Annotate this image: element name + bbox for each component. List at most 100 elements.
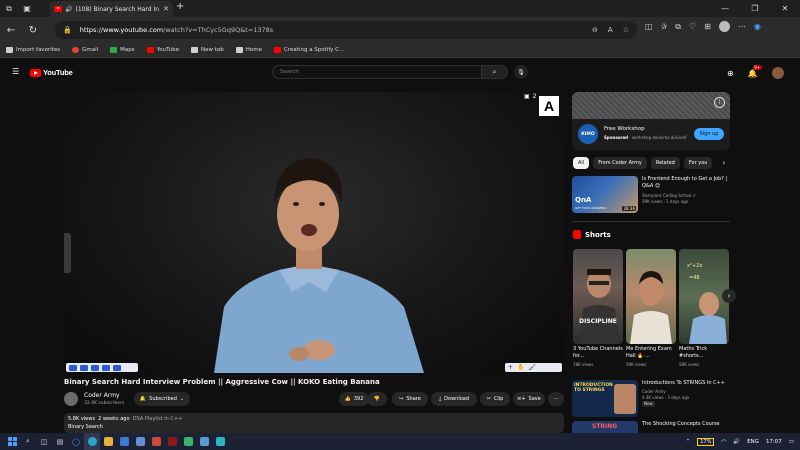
- create-icon[interactable]: ⊕: [727, 69, 734, 78]
- read-aloud-icon[interactable]: A: [608, 26, 613, 34]
- search-box: ⌕: [272, 65, 508, 79]
- tray-expand-icon[interactable]: ⌃: [686, 439, 691, 445]
- language-indicator[interactable]: ENG: [747, 439, 759, 445]
- signup-button[interactable]: Sign up: [694, 128, 724, 140]
- sponsored-ad-card[interactable]: i KIMO Free Workshop Sponsored · worksho…: [572, 92, 730, 150]
- filter-chips: All From Coder Army Related For you ›: [573, 157, 725, 169]
- drag-handle[interactable]: [64, 233, 71, 273]
- info-icon[interactable]: i: [714, 97, 725, 108]
- menu-icon[interactable]: ☰: [12, 67, 19, 76]
- mic-icon[interactable]: 🎙: [514, 65, 528, 79]
- short-item[interactable]: DISCIPLINE: [573, 249, 623, 344]
- color-tool-icon: [113, 364, 121, 371]
- favorite-star-icon[interactable]: ☆: [623, 26, 629, 34]
- search-icon[interactable]: ⌕: [20, 433, 36, 450]
- restore-icon[interactable]: ❐: [740, 0, 770, 17]
- windows-taskbar: ⌕ ◫ ▤ ◯ ⌃ 17% ◠ 🔊 ENG 17:07 ▭: [0, 433, 800, 450]
- tab-actions-icon[interactable]: ▣: [18, 0, 36, 17]
- widgets-icon[interactable]: ▤: [52, 433, 68, 450]
- minimize-icon[interactable]: —: [710, 0, 740, 17]
- dislike-button[interactable]: 👎: [367, 392, 387, 406]
- workspaces-icon[interactable]: ⧉: [0, 0, 18, 17]
- more-actions-button[interactable]: ⋯: [548, 392, 564, 406]
- mail-icon[interactable]: [148, 433, 164, 450]
- chip-related[interactable]: Related: [650, 157, 680, 169]
- browser-tab-active[interactable]: 🔊 (108) Binary Search Hard In ✕: [50, 1, 173, 17]
- profile-avatar[interactable]: [718, 21, 730, 32]
- app-icon[interactable]: [180, 433, 196, 450]
- speaker-icon[interactable]: 🔊: [65, 6, 72, 13]
- channel-avatar[interactable]: [64, 392, 78, 406]
- download-button[interactable]: ⤓ Download: [431, 392, 477, 406]
- bookmark-gmail[interactable]: Gmail: [72, 47, 98, 53]
- account-avatar[interactable]: [771, 67, 784, 79]
- collections-icon[interactable]: ⊞: [704, 22, 711, 31]
- back-icon[interactable]: ←: [0, 25, 22, 36]
- browser-tabbar: ⧉ ▣ 🔊 (108) Binary Search Hard In ✕ + — …: [0, 0, 800, 17]
- bookmark-spotify[interactable]: Creating a Spotify C...: [274, 47, 344, 53]
- store-icon[interactable]: [116, 433, 132, 450]
- notifications-icon[interactable]: 🔔 9+: [748, 64, 762, 78]
- bookmark-youtube[interactable]: YouTube: [146, 47, 179, 53]
- clip-button[interactable]: ✂ Clip: [480, 392, 510, 406]
- task-view-icon[interactable]: ◫: [36, 433, 52, 450]
- url-field[interactable]: 🔒 https://www.youtube.com/watch?v=ThCyc5…: [55, 21, 637, 39]
- volume-icon[interactable]: 🔊: [733, 439, 740, 445]
- shorts-next-arrow[interactable]: ›: [722, 289, 736, 303]
- app-icon[interactable]: [196, 433, 212, 450]
- copilot-icon[interactable]: ◉: [754, 22, 761, 31]
- subscribed-button[interactable]: 🔔 Subscribed ⌄: [134, 392, 190, 406]
- thumbs-down-icon: 👎: [373, 396, 381, 402]
- cortana-icon[interactable]: ◯: [68, 433, 84, 450]
- extensions-icon[interactable]: ⧉: [675, 22, 681, 32]
- player-info-card[interactable]: ▣ 2: [524, 93, 537, 100]
- photos-icon[interactable]: [132, 433, 148, 450]
- share-button[interactable]: ↪ Share: [392, 392, 428, 406]
- bookmark-home[interactable]: Home: [235, 47, 262, 53]
- close-tab-icon[interactable]: ✕: [163, 5, 169, 13]
- windows-icon: [7, 437, 17, 446]
- close-window-icon[interactable]: ✕: [770, 0, 800, 17]
- search-input[interactable]: [273, 69, 481, 75]
- description-box[interactable]: 5.8K views 2 weeks ago DSA Playlist in C…: [64, 413, 564, 433]
- bookmarks-bar: Import favorites Gmail Maps YouTube New …: [0, 43, 800, 58]
- header-actions: ⊕ 🔔 9+: [727, 64, 784, 79]
- wifi-icon[interactable]: ◠: [721, 439, 726, 445]
- save-button[interactable]: ≡+ Save: [513, 392, 545, 406]
- video-title: Is Frontend Enough to Get a Job? | Q&A 😊: [642, 176, 728, 189]
- channel-name[interactable]: Coder Army: [84, 392, 120, 399]
- adobe-icon[interactable]: [164, 433, 180, 450]
- youtube-logo[interactable]: YouTube: [30, 68, 73, 77]
- video-player[interactable]: [64, 92, 564, 373]
- favorites-icon[interactable]: ✰: [661, 22, 668, 31]
- clock[interactable]: 17:07: [766, 439, 782, 445]
- chip-all[interactable]: All: [573, 157, 590, 169]
- zoom-icon[interactable]: ⊖: [592, 26, 598, 34]
- new-badge: New: [642, 401, 655, 407]
- split-screen-icon[interactable]: ◫: [645, 22, 653, 31]
- bookmark-maps[interactable]: Maps: [110, 47, 135, 53]
- chip-from-coder-army[interactable]: From Coder Army: [593, 157, 647, 169]
- chevron-right-icon[interactable]: ›: [722, 159, 725, 167]
- notification-icon[interactable]: ▭: [789, 439, 794, 445]
- chip-for-you[interactable]: For you: [683, 157, 713, 169]
- short-item[interactable]: [626, 249, 676, 344]
- start-button[interactable]: [4, 433, 20, 450]
- tab-title: (108) Binary Search Hard In: [75, 5, 160, 13]
- recommended-video[interactable]: STRING The Shocking Concepts Course: [572, 421, 732, 433]
- explorer-icon[interactable]: [100, 433, 116, 450]
- like-button[interactable]: 👍 392: [339, 392, 369, 406]
- recommended-video[interactable]: QnA GET YOUR ANSWERS 28:36 Is Frontend E…: [572, 176, 732, 214]
- performance-icon[interactable]: ♡: [689, 22, 696, 31]
- edge-icon[interactable]: [84, 433, 100, 450]
- search-icon[interactable]: ⌕: [481, 66, 507, 78]
- recommended-video[interactable]: INTRODUCTION TO STRINGS Introductions To…: [572, 380, 732, 418]
- new-tab-button[interactable]: +: [176, 1, 184, 12]
- app-icon[interactable]: [212, 433, 228, 450]
- more-options-icon[interactable]: ⋯: [738, 22, 746, 31]
- bookmark-new-tab[interactable]: New tab: [191, 47, 224, 53]
- refresh-icon[interactable]: ↻: [22, 25, 44, 36]
- bookmark-import-favorites[interactable]: Import favorites: [6, 47, 60, 53]
- page-icon: [235, 47, 243, 53]
- battery-indicator[interactable]: 17%: [697, 437, 715, 446]
